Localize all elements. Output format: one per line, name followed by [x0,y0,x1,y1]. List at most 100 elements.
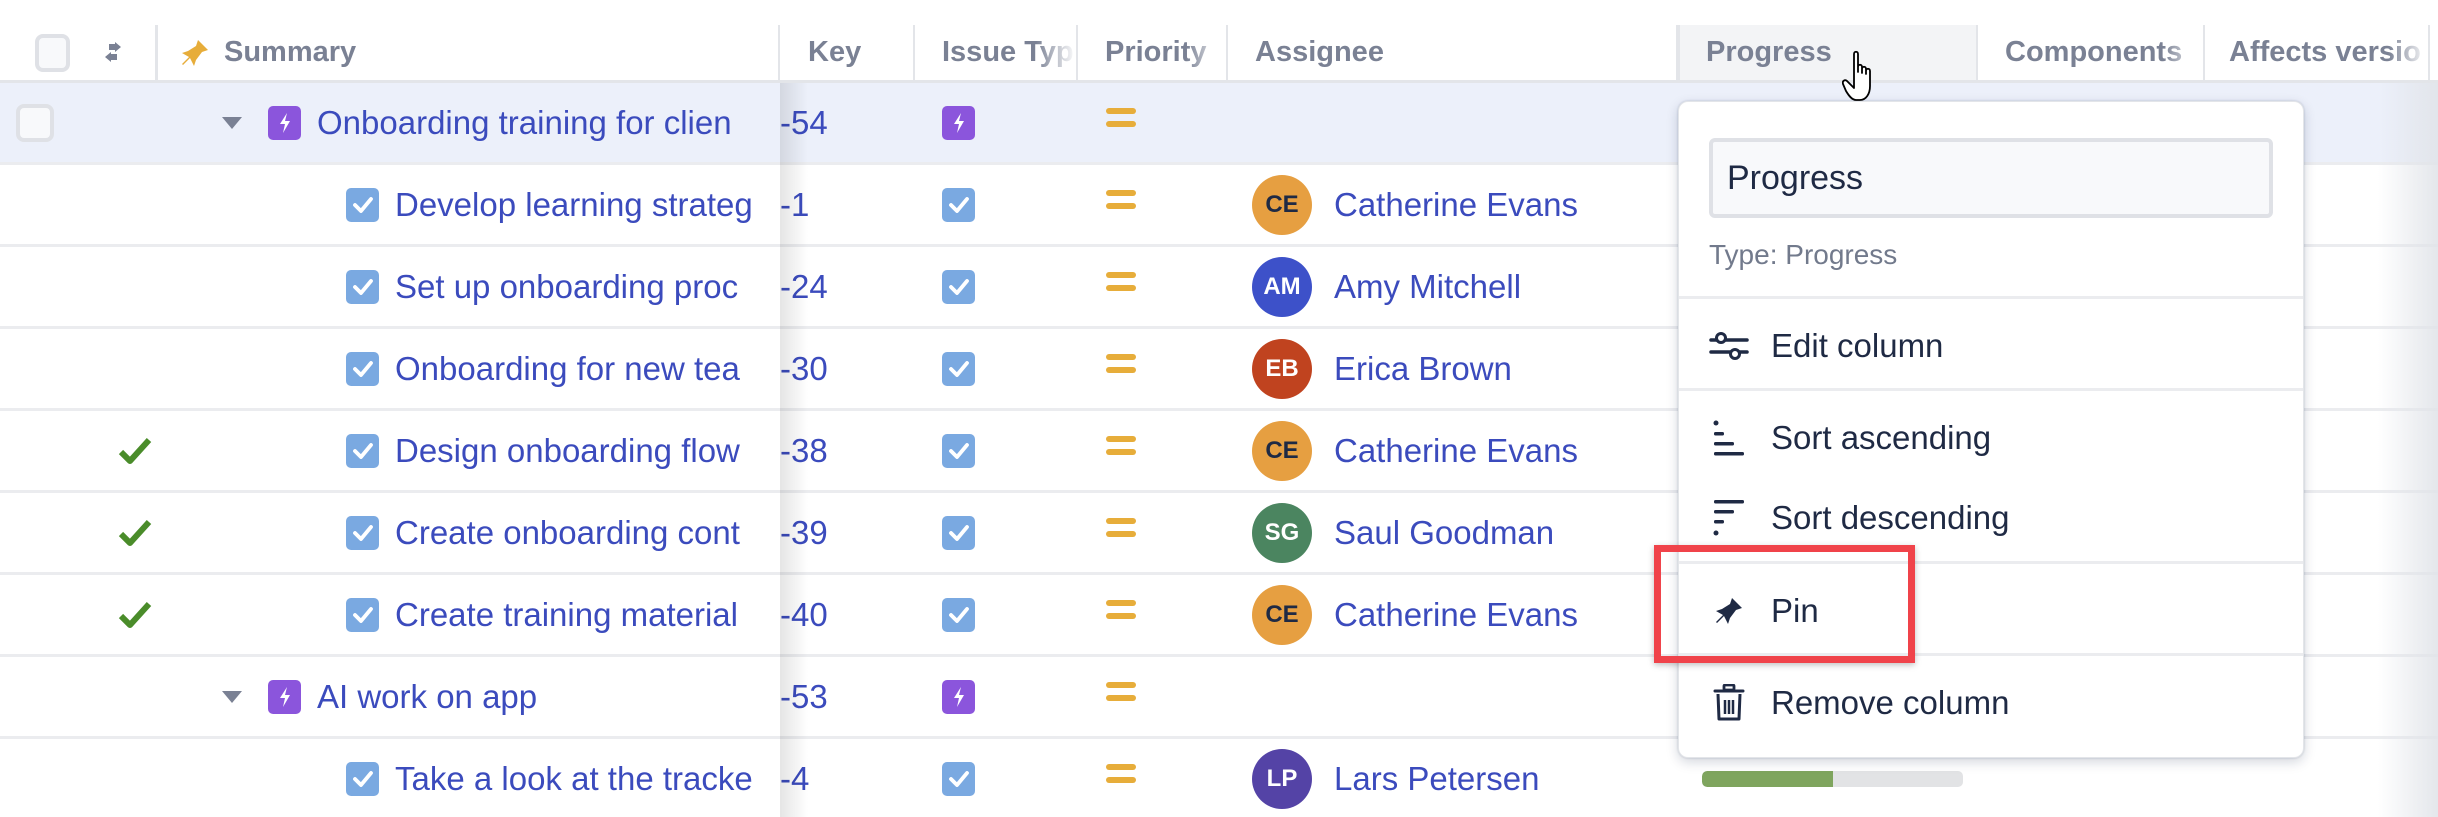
issue-key-link[interactable]: -38 [780,432,828,470]
issue-key-link[interactable]: -53 [780,678,828,716]
priority-medium-icon [1106,354,1136,373]
issue-summary-link[interactable]: Create onboarding cont [395,514,740,552]
assignee-cell: CE Catherine Evans [1252,411,1578,490]
issue-type-cell [942,165,975,244]
header-key-label: Key [808,36,862,68]
priority-medium-icon [1106,108,1136,127]
assignee-link[interactable]: Lars Petersen [1334,760,1539,798]
priority-medium-icon [1106,682,1136,701]
header-progress[interactable]: Progress [1678,25,1978,80]
issue-summary-link[interactable]: Take a look at the tracke [395,760,753,798]
issue-summary-link[interactable]: Develop learning strateg [395,186,753,224]
column-type-label: Type: Progress [1709,239,1898,270]
key-cell: -39 [780,493,828,572]
issue-type-cell [942,411,975,490]
epic-icon [268,105,301,140]
issue-key-link[interactable]: -4 [780,760,809,798]
assignee-link[interactable]: Catherine Evans [1334,186,1578,224]
issue-summary-link[interactable]: Create training material [395,596,738,634]
done-check-icon [118,411,152,490]
priority-cell [1106,657,1136,736]
key-cell: -24 [780,247,828,326]
task-icon [942,269,975,304]
menu-divider [1679,561,2303,564]
header-issue-type[interactable]: Issue Typ [915,25,1078,80]
header-key[interactable]: Key [780,25,915,80]
issue-summary-link[interactable]: Design onboarding flow [395,432,740,470]
summary-cell: Onboarding for new tea [158,329,780,408]
issue-summary-link[interactable]: Onboarding training for clien [317,104,732,142]
remove-column-label: Remove column [1771,684,2010,721]
avatar: SG [1252,502,1312,563]
remove-column-menu-item[interactable]: Remove column [1679,663,2303,743]
header-select-all [0,25,70,80]
assignee-link[interactable]: Erica Brown [1334,350,1512,388]
issue-type-cell [942,493,975,572]
assignee-cell: SG Saul Goodman [1252,493,1554,572]
issue-key-link[interactable]: -30 [780,350,828,388]
issue-key-link[interactable]: -39 [780,514,828,552]
key-cell: -54 [780,83,828,162]
assignee-link[interactable]: Saul Goodman [1334,514,1554,552]
pin-label: Pin [1771,592,1819,629]
issue-key-link[interactable]: -54 [780,104,828,142]
header-priority[interactable]: Priority [1078,25,1228,80]
menu-divider [1679,296,2303,299]
issue-summary-link[interactable]: AI work on app [317,678,537,716]
menu-divider [1679,653,2303,656]
issue-summary-link[interactable]: Onboarding for new tea [395,350,740,388]
header-summary-label: Summary [224,36,357,68]
select-all-checkbox[interactable] [35,33,70,72]
key-cell: -30 [780,329,828,408]
assignee-link[interactable]: Catherine Evans [1334,432,1578,470]
sort-ascending-icon [1709,418,1749,458]
avatar: CE [1252,584,1312,645]
assignee-link[interactable]: Catherine Evans [1334,596,1578,634]
task-icon [346,761,379,796]
issue-key-link[interactable]: -40 [780,596,828,634]
sort-descending-icon [1709,498,1749,538]
row-checkbox[interactable] [16,103,54,142]
avatar: LP [1252,748,1312,809]
collapse-chevron-icon[interactable] [222,690,242,703]
priority-medium-icon [1106,764,1136,783]
priority-cell [1106,165,1136,244]
swap-arrows-icon[interactable] [99,41,127,64]
pin-icon [1709,591,1749,631]
header-assignee[interactable]: Assignee [1228,25,1678,80]
header-progress-label: Progress [1706,36,1832,68]
pin-icon [182,39,208,66]
summary-cell: Onboarding training for clien [158,83,780,162]
pin-menu-item[interactable]: Pin [1679,571,2303,651]
task-icon [942,597,975,632]
issue-type-cell [942,83,975,162]
header-components-label: Components [2005,36,2183,68]
menu-divider [1679,388,2303,391]
issue-key-link[interactable]: -1 [780,186,809,224]
sort-ascending-label: Sort ascending [1771,419,1992,456]
sort-ascending-menu-item[interactable]: Sort ascending [1679,398,2303,478]
key-cell: -38 [780,411,828,490]
priority-medium-icon [1106,272,1136,291]
task-icon [346,433,379,468]
task-icon [942,433,975,468]
issue-key-link[interactable]: -24 [780,268,828,306]
header-summary[interactable]: Summary [158,25,780,80]
assignee-cell: EB Erica Brown [1252,329,1512,408]
edit-column-menu-item[interactable]: Edit column [1679,306,2303,386]
avatar: EB [1252,338,1312,399]
assignee-link[interactable]: Amy Mitchell [1334,268,1521,306]
sort-descending-menu-item[interactable]: Sort descending [1679,478,2303,558]
header-affects-version[interactable]: Affects versio [2205,25,2430,80]
header-components[interactable]: Components [1978,25,2205,80]
collapse-chevron-icon[interactable] [222,116,242,129]
task-icon [346,351,379,386]
summary-cell: Take a look at the tracke [158,739,780,817]
task-icon [346,515,379,550]
assignee-cell: CE Catherine Evans [1252,165,1578,244]
column-name-input[interactable] [1709,138,2273,218]
issue-grid: Summary Key Issue Typ Priority Assignee … [0,0,2438,817]
priority-cell [1106,739,1136,817]
issue-type-cell [942,575,975,654]
issue-summary-link[interactable]: Set up onboarding proc [395,268,738,306]
